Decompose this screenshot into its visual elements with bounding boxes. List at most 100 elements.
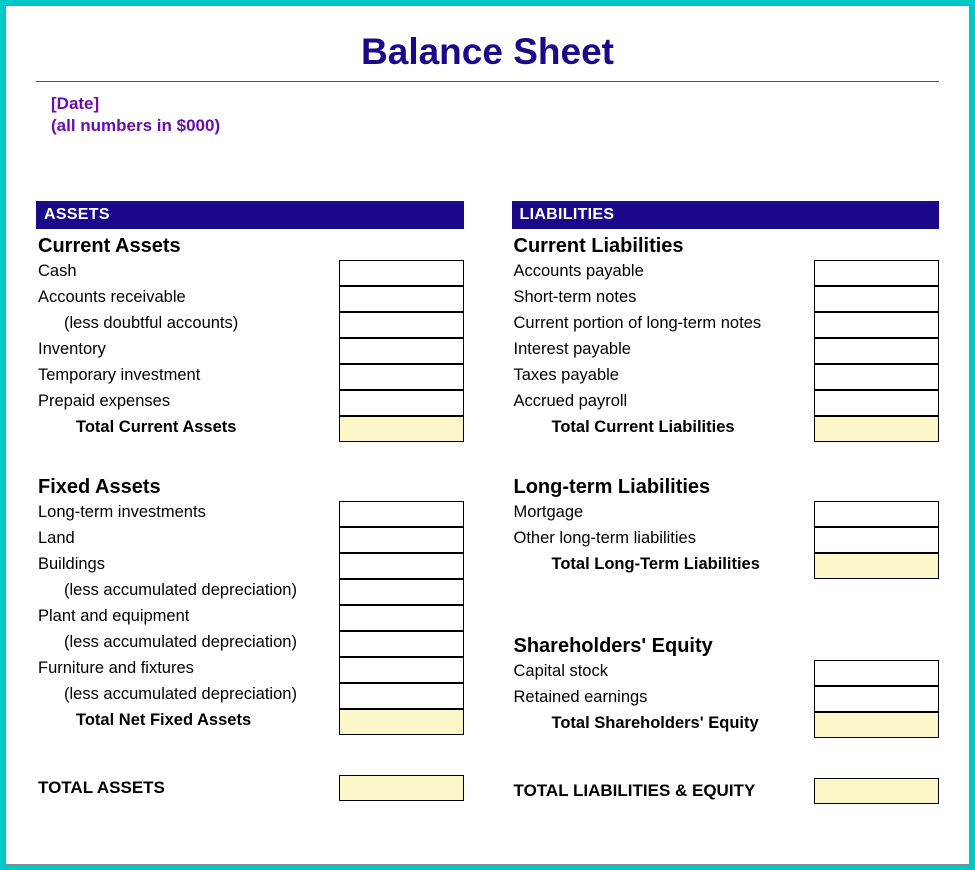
line-value-input[interactable] — [814, 660, 939, 686]
total-label: Total Shareholders' Equity — [512, 712, 809, 738]
table-row: Land — [36, 527, 464, 553]
line-label: Other long-term liabilities — [512, 527, 809, 553]
table-row: (less doubtful accounts) — [36, 312, 464, 338]
total-value — [814, 416, 939, 442]
line-label: Land — [36, 527, 333, 553]
line-label: Current portion of long-term notes — [512, 312, 809, 338]
line-value-input[interactable] — [814, 312, 939, 338]
line-label: (less accumulated depreciation) — [36, 683, 333, 709]
grand-total-label: TOTAL LIABILITIES & EQUITY — [512, 781, 815, 801]
line-label: Temporary investment — [36, 364, 333, 390]
line-label: Accounts payable — [512, 260, 809, 286]
shareholders-equity-subheader: Shareholders' Equity — [512, 635, 940, 658]
document-title: Balance Sheet — [36, 31, 939, 73]
line-value-input[interactable] — [339, 631, 464, 657]
fixed-assets-subheader: Fixed Assets — [36, 476, 464, 499]
total-row: Total Net Fixed Assets — [36, 709, 464, 735]
grand-total-value — [339, 775, 464, 801]
line-value-input[interactable] — [339, 657, 464, 683]
line-value-input[interactable] — [339, 390, 464, 416]
longterm-liabilities-subheader: Long-term Liabilities — [512, 476, 940, 499]
total-label: Total Net Fixed Assets — [36, 709, 333, 735]
line-label: Short-term notes — [512, 286, 809, 312]
line-value-input[interactable] — [814, 686, 939, 712]
line-value-input[interactable] — [339, 683, 464, 709]
line-value-input[interactable] — [339, 553, 464, 579]
table-row: (less accumulated depreciation) — [36, 631, 464, 657]
line-label: Cash — [36, 260, 333, 286]
table-row: Current portion of long-term notes — [512, 312, 940, 338]
current-assets-subheader: Current Assets — [36, 235, 464, 258]
table-row: Interest payable — [512, 338, 940, 364]
line-value-input[interactable] — [339, 527, 464, 553]
table-row: Capital stock — [512, 660, 940, 686]
total-row: Total Shareholders' Equity — [512, 712, 940, 738]
table-row: Cash — [36, 260, 464, 286]
line-label: Accrued payroll — [512, 390, 809, 416]
line-label: Interest payable — [512, 338, 809, 364]
line-label: Retained earnings — [512, 686, 809, 712]
table-row: Furniture and fixtures — [36, 657, 464, 683]
table-row: Taxes payable — [512, 364, 940, 390]
total-row: Total Current Liabilities — [512, 416, 940, 442]
total-value — [339, 416, 464, 442]
line-label: Accounts receivable — [36, 286, 333, 312]
line-value-input[interactable] — [339, 579, 464, 605]
line-label: Inventory — [36, 338, 333, 364]
line-value-input[interactable] — [814, 390, 939, 416]
line-label: (less accumulated depreciation) — [36, 579, 333, 605]
table-row: Long-term investments — [36, 501, 464, 527]
line-value-input[interactable] — [339, 501, 464, 527]
table-row: (less accumulated depreciation) — [36, 579, 464, 605]
current-liabilities-subheader: Current Liabilities — [512, 235, 940, 258]
total-value — [339, 709, 464, 735]
table-row: Plant and equipment — [36, 605, 464, 631]
line-value-input[interactable] — [339, 260, 464, 286]
liabilities-column: LIABILITIES Current Liabilities Accounts… — [512, 201, 940, 804]
total-row: Total Long-Term Liabilities — [512, 553, 940, 579]
columns: ASSETS Current Assets Cash Accounts rece… — [36, 201, 939, 804]
table-row: Buildings — [36, 553, 464, 579]
grand-total-row: TOTAL ASSETS — [36, 775, 464, 801]
line-label: (less doubtful accounts) — [36, 312, 333, 338]
assets-column: ASSETS Current Assets Cash Accounts rece… — [36, 201, 464, 804]
page: Balance Sheet [Date] (all numbers in $00… — [5, 5, 970, 865]
table-row: Retained earnings — [512, 686, 940, 712]
line-value-input[interactable] — [814, 286, 939, 312]
line-value-input[interactable] — [814, 260, 939, 286]
table-row: Temporary investment — [36, 364, 464, 390]
line-value-input[interactable] — [339, 605, 464, 631]
line-value-input[interactable] — [339, 338, 464, 364]
table-row: (less accumulated depreciation) — [36, 683, 464, 709]
line-value-input[interactable] — [339, 286, 464, 312]
line-label: Buildings — [36, 553, 333, 579]
grand-total-value — [814, 778, 939, 804]
table-row: Accounts payable — [512, 260, 940, 286]
table-row: Accounts receivable — [36, 286, 464, 312]
grand-total-row: TOTAL LIABILITIES & EQUITY — [512, 778, 940, 804]
line-label: Taxes payable — [512, 364, 809, 390]
line-label: Capital stock — [512, 660, 809, 686]
table-row: Mortgage — [512, 501, 940, 527]
table-row: Inventory — [36, 338, 464, 364]
total-label: Total Long-Term Liabilities — [512, 553, 809, 579]
line-value-input[interactable] — [814, 501, 939, 527]
line-value-input[interactable] — [339, 312, 464, 338]
table-row: Short-term notes — [512, 286, 940, 312]
line-value-input[interactable] — [339, 364, 464, 390]
line-label: Long-term investments — [36, 501, 333, 527]
total-value — [814, 712, 939, 738]
line-value-input[interactable] — [814, 364, 939, 390]
line-value-input[interactable] — [814, 527, 939, 553]
date-placeholder: [Date] — [51, 94, 939, 114]
line-label: Mortgage — [512, 501, 809, 527]
total-label: Total Current Assets — [36, 416, 333, 442]
line-label: (less accumulated depreciation) — [36, 631, 333, 657]
total-value — [814, 553, 939, 579]
title-divider — [36, 81, 939, 82]
liabilities-header: LIABILITIES — [512, 201, 940, 229]
table-row: Other long-term liabilities — [512, 527, 940, 553]
total-row: Total Current Assets — [36, 416, 464, 442]
line-value-input[interactable] — [814, 338, 939, 364]
total-label: Total Current Liabilities — [512, 416, 809, 442]
